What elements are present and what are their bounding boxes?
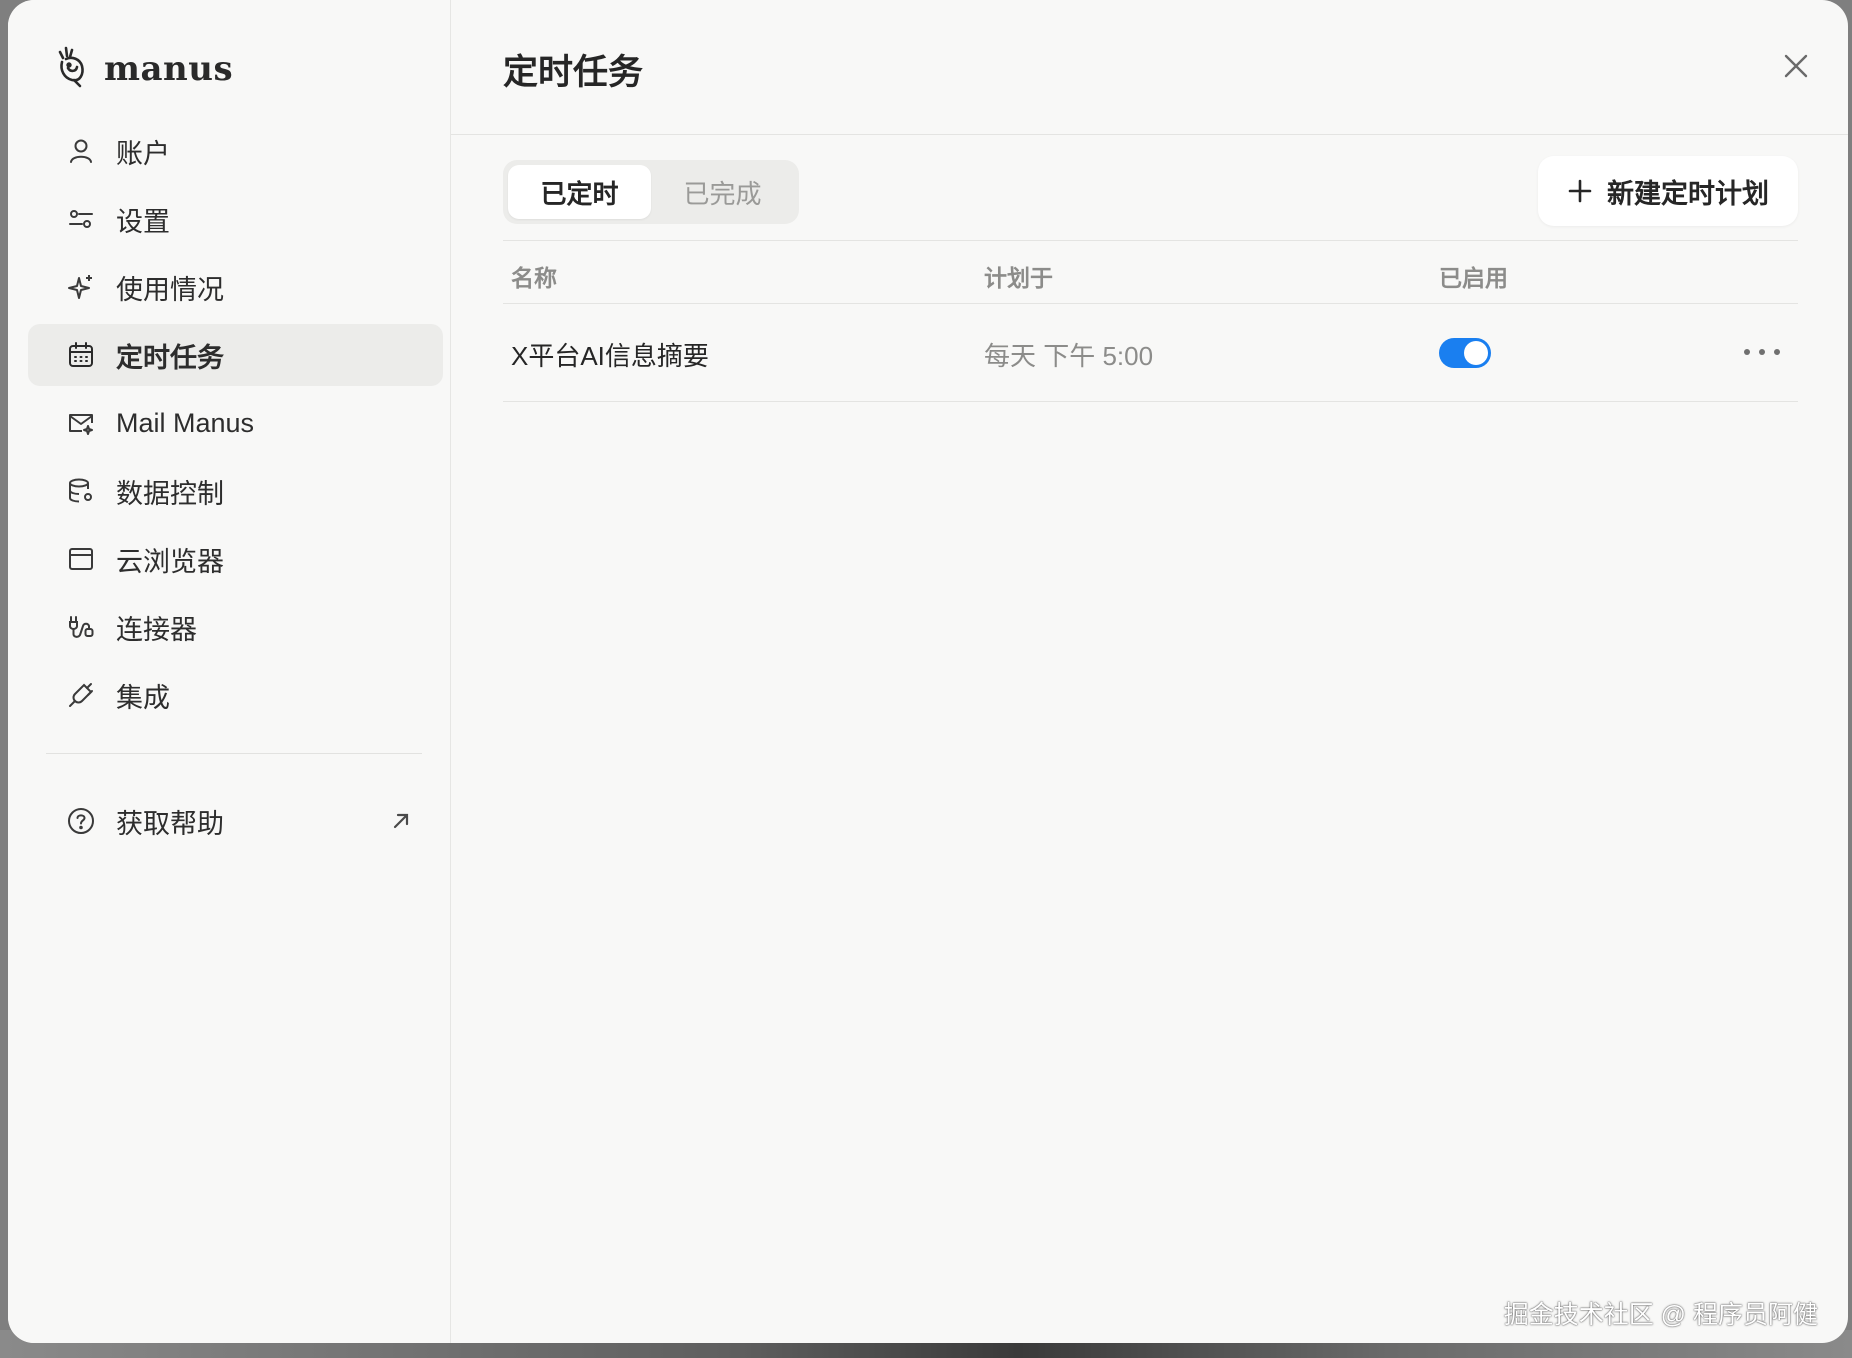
sidebar-item-data-control[interactable]: 数据控制 — [28, 460, 443, 522]
sidebar-item-scheduled-tasks[interactable]: 定时任务 — [28, 324, 443, 386]
main-panel: 定时任务 已定时 已完成 新建定时计划 名称 计划于 已启用 X平台AI信息摘要… — [451, 0, 1848, 1343]
sidebar-divider — [46, 753, 422, 754]
sidebar-item-cloud-browser[interactable]: 云浏览器 — [28, 528, 443, 590]
manus-logo-icon — [54, 44, 90, 93]
user-icon — [66, 136, 96, 166]
sidebar-item-account[interactable]: 账户 — [28, 120, 443, 182]
sidebar-item-label: 云浏览器 — [116, 546, 224, 577]
toggle-knob — [1464, 341, 1488, 365]
table-row[interactable]: X平台AI信息摘要 每天 下午 5:00 — [503, 304, 1798, 402]
sidebar-item-label: 连接器 — [116, 614, 197, 645]
external-link-icon — [388, 808, 414, 834]
brand: manus — [54, 44, 233, 93]
sidebar-item-label: Mail Manus — [116, 407, 255, 438]
database-icon — [66, 476, 96, 506]
more-dot — [1774, 349, 1780, 355]
sidebar-item-label: 定时任务 — [116, 342, 224, 373]
sidebar-item-mail-manus[interactable]: Mail Manus — [28, 392, 443, 454]
brand-name: manus — [104, 48, 234, 89]
more-dot — [1744, 349, 1750, 355]
sidebar-item-integrations[interactable]: 集成 — [28, 664, 443, 726]
task-name: X平台AI信息摘要 — [511, 341, 709, 371]
help-icon — [66, 806, 96, 836]
column-header-enabled: 已启用 — [1439, 265, 1508, 291]
sidebar-item-label: 设置 — [116, 206, 170, 237]
sidebar-item-help[interactable]: 获取帮助 — [28, 790, 428, 852]
panel-header: 定时任务 — [451, 0, 1848, 135]
sidebar-item-label: 数据控制 — [116, 478, 224, 509]
more-options-button[interactable] — [1744, 340, 1780, 364]
sparkle-icon — [66, 272, 96, 302]
sidebar: manus 账户 设置 使用情况 定时任务 Mail Manus 数据控制 云浏… — [8, 0, 451, 1343]
sidebar-item-usage[interactable]: 使用情况 — [28, 256, 443, 318]
settings-window: manus 账户 设置 使用情况 定时任务 Mail Manus 数据控制 云浏… — [8, 0, 1848, 1343]
settings-icon — [66, 204, 96, 234]
watermark: 掘金技术社区 @ 程序员阿健 — [1503, 1301, 1818, 1329]
sidebar-item-label: 账户 — [116, 138, 170, 169]
tasks-table: 名称 计划于 已启用 X平台AI信息摘要 每天 下午 5:00 — [503, 240, 1798, 402]
table-header: 名称 计划于 已启用 — [503, 240, 1798, 304]
new-schedule-button[interactable]: 新建定时计划 — [1538, 156, 1798, 226]
more-dot — [1759, 349, 1765, 355]
sidebar-item-label: 使用情况 — [116, 274, 224, 305]
page-title: 定时任务 — [503, 53, 644, 92]
column-header-schedule: 计划于 — [984, 265, 1053, 291]
sidebar-nav: 账户 设置 使用情况 定时任务 Mail Manus 数据控制 云浏览器 连接器… — [28, 120, 443, 732]
new-schedule-label: 新建定时计划 — [1607, 178, 1769, 209]
close-icon — [1784, 54, 1808, 78]
task-schedule: 每天 下午 5:00 — [984, 341, 1154, 371]
sidebar-item-settings[interactable]: 设置 — [28, 188, 443, 250]
connector-icon — [66, 612, 96, 642]
column-header-name: 名称 — [511, 265, 557, 291]
close-button[interactable] — [1780, 50, 1812, 82]
plus-icon — [1568, 179, 1592, 203]
tab-completed[interactable]: 已完成 — [651, 165, 794, 219]
plug-icon — [66, 680, 96, 710]
sidebar-item-label: 集成 — [116, 682, 170, 713]
enabled-toggle[interactable] — [1439, 338, 1491, 368]
mail-icon — [66, 408, 96, 438]
browser-icon — [66, 544, 96, 574]
sidebar-item-label: 获取帮助 — [116, 808, 224, 839]
task-tabs: 已定时 已完成 — [503, 160, 799, 224]
calendar-icon — [66, 340, 96, 370]
tab-scheduled[interactable]: 已定时 — [508, 165, 651, 219]
sidebar-item-connectors[interactable]: 连接器 — [28, 596, 443, 658]
